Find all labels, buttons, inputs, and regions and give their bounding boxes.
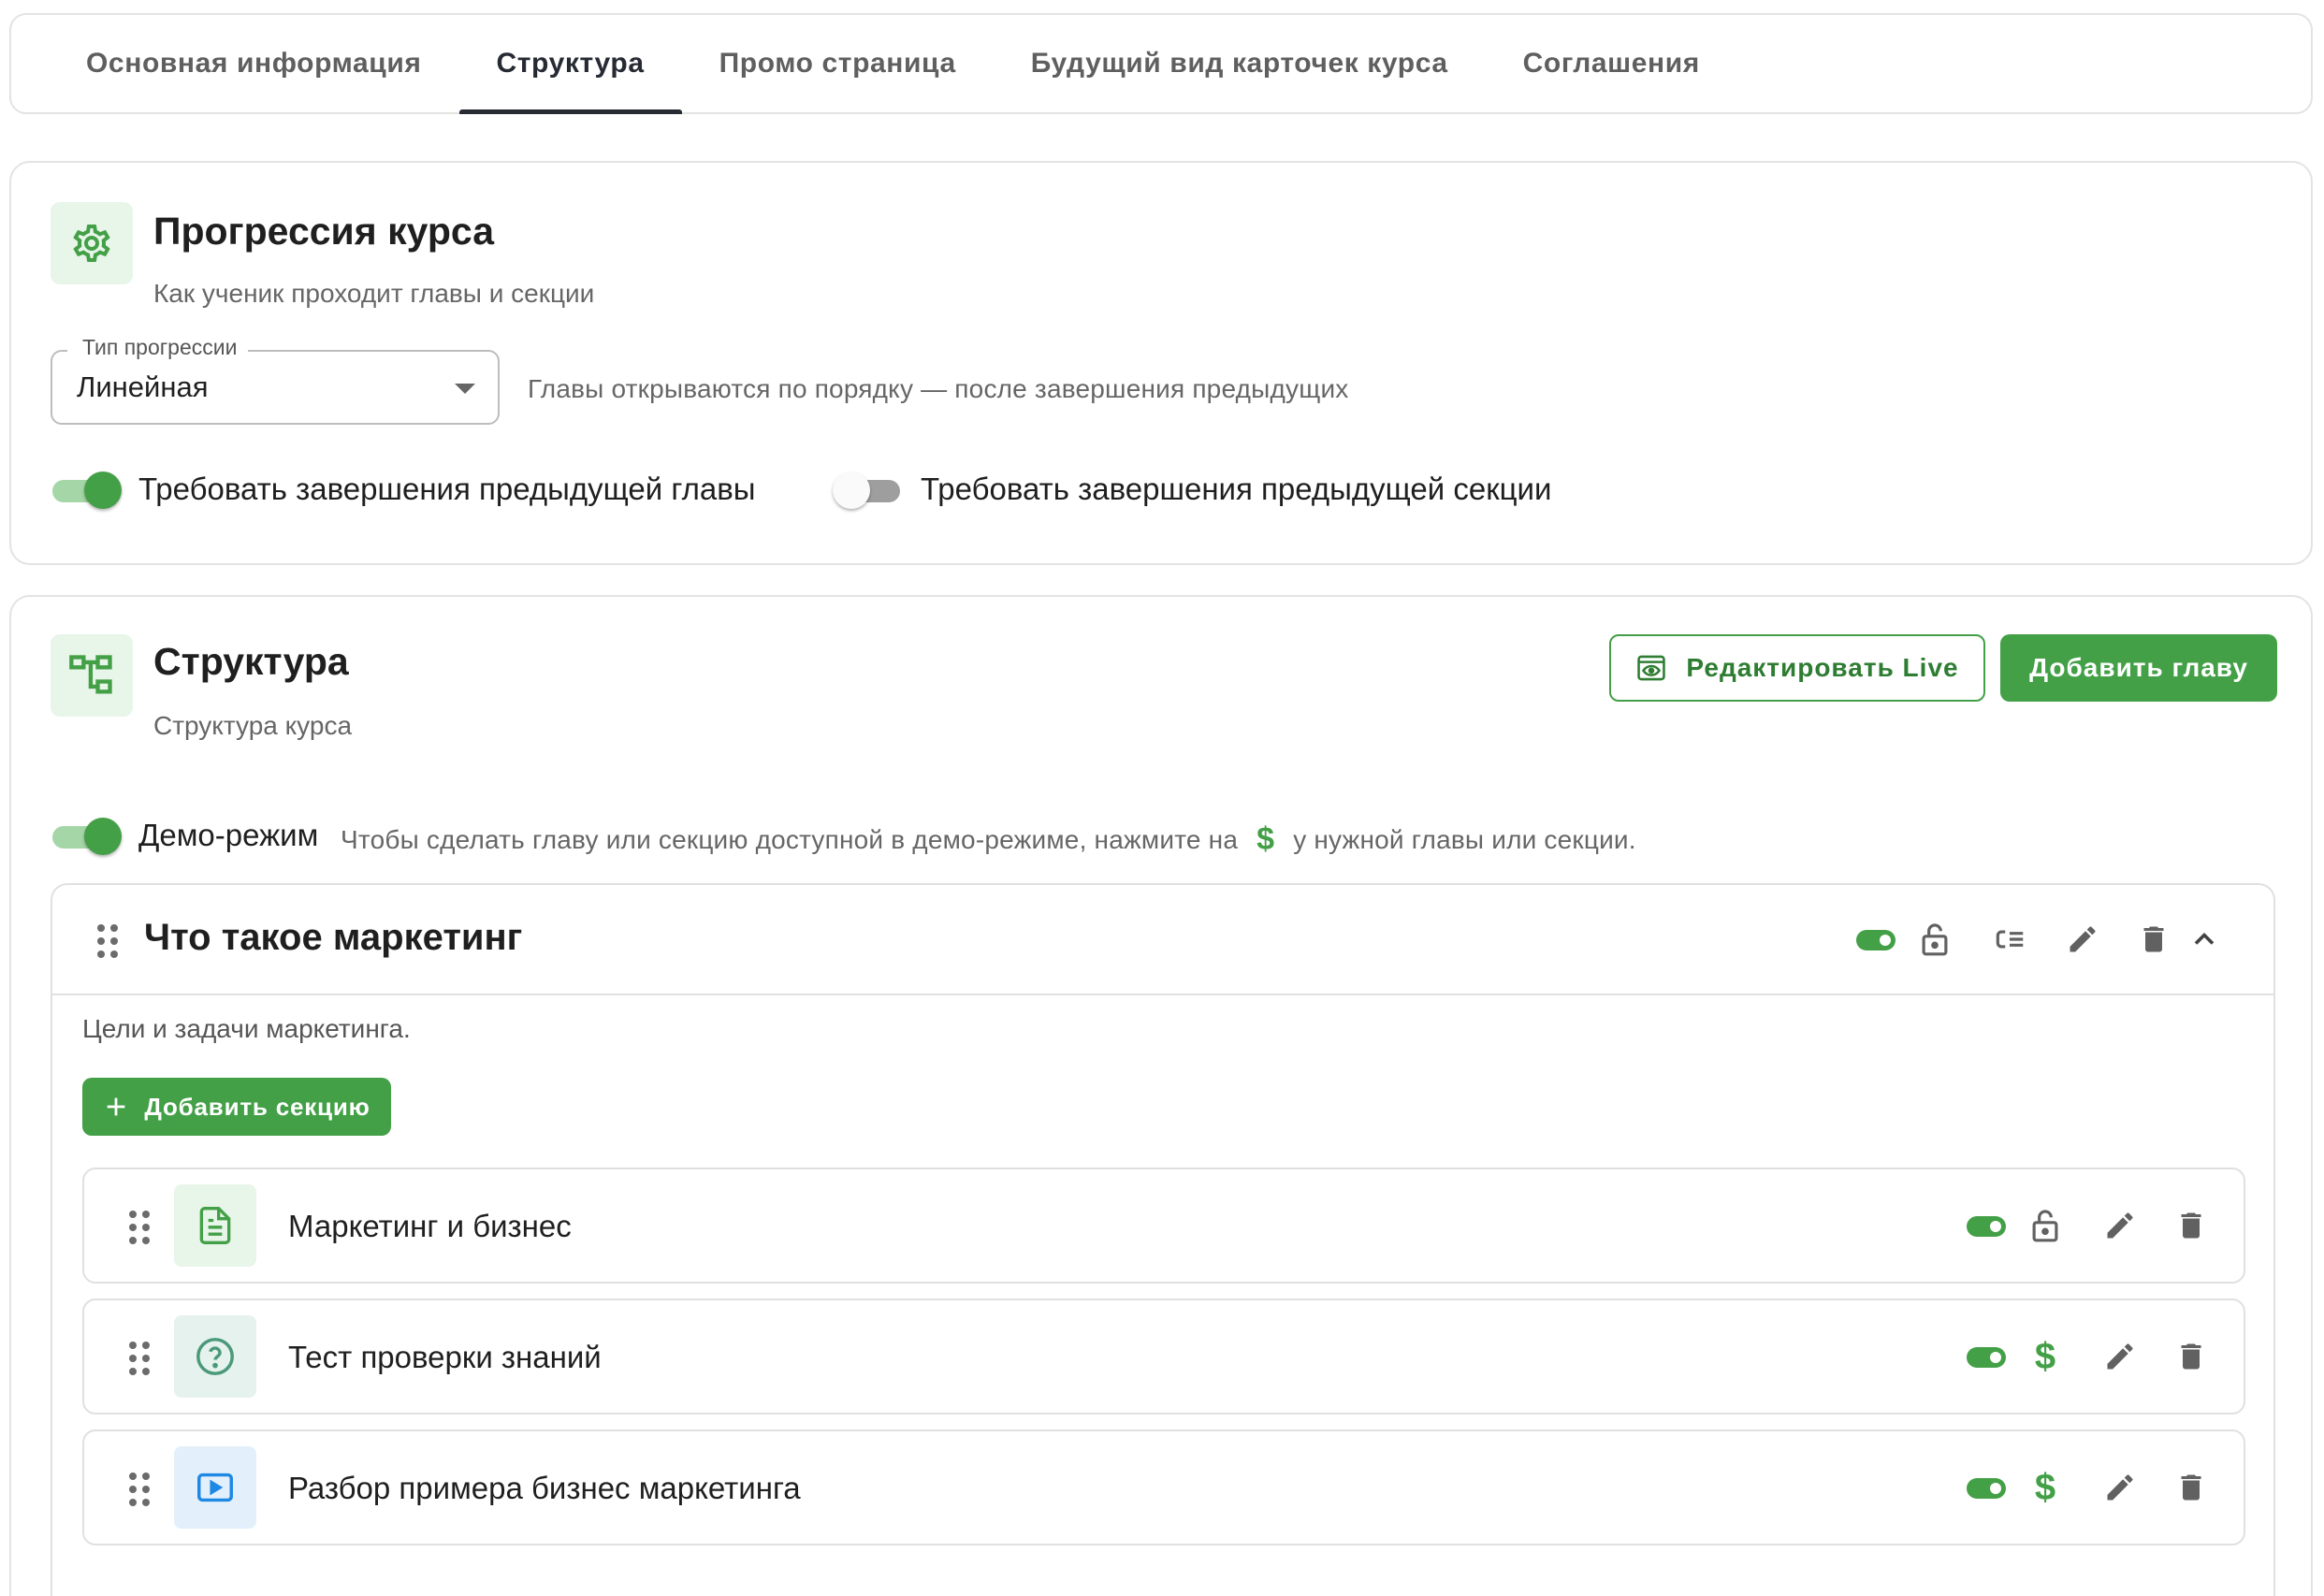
chapter-settings-icon[interactable] — [1989, 919, 2030, 960]
section-visibility-toggle[interactable] — [1967, 1216, 2006, 1237]
add-section-button[interactable]: Добавить секцию — [82, 1078, 391, 1136]
section-title: Маркетинг и бизнес — [288, 1209, 572, 1243]
add-section-label: Добавить секцию — [144, 1092, 370, 1121]
structure-subtitle: Структура курса — [153, 711, 353, 740]
delete-trash-icon[interactable] — [2171, 1467, 2212, 1508]
video-icon — [174, 1446, 256, 1529]
document-icon — [174, 1184, 256, 1267]
progression-type-hint: Главы открываются по порядку — после зав… — [528, 374, 1349, 403]
delete-trash-icon[interactable] — [2171, 1205, 2212, 1246]
tab-bar: Основная информация Структура Промо стра… — [9, 13, 2313, 114]
structure-tree-icon — [51, 634, 133, 717]
drag-handle-icon[interactable] — [129, 1473, 150, 1506]
collapse-chevron-up-icon[interactable] — [2184, 919, 2225, 960]
structure-title: Структура — [153, 640, 349, 683]
edit-pencil-icon[interactable] — [2099, 1336, 2141, 1377]
edit-live-button[interactable]: Редактировать Live — [1609, 634, 1985, 702]
caret-down-icon — [455, 384, 475, 394]
preview-eye-icon — [1637, 655, 1666, 681]
section-visibility-toggle[interactable] — [1967, 1347, 2006, 1368]
gear-icon — [51, 202, 133, 284]
demo-hint-text-after: у нужной главы или секции. — [1293, 824, 1636, 854]
require-chapter-label: Требовать завершения предыдущей главы — [138, 472, 756, 506]
progression-card: Прогрессия курса Как ученик проходит гла… — [9, 161, 2313, 565]
chapter-visibility-toggle[interactable] — [1856, 930, 1896, 950]
dollar-icon: $ — [1256, 821, 1275, 857]
tab-card-preview[interactable]: Будущий вид карточек курса — [994, 15, 1486, 112]
demo-mode-label: Демо-режим — [138, 818, 319, 852]
section-title: Тест проверки знаний — [288, 1340, 602, 1374]
progression-type-select[interactable]: Линейная — [51, 350, 500, 425]
require-section-label: Требовать завершения предыдущей секции — [921, 472, 1552, 506]
section-visibility-toggle[interactable] — [1967, 1478, 2006, 1499]
add-chapter-button[interactable]: Добавить главу — [2000, 634, 2277, 702]
section-row[interactable]: Маркетинг и бизнес — [82, 1168, 2245, 1284]
drag-handle-icon[interactable] — [97, 924, 118, 958]
progression-type-value: Линейная — [77, 370, 209, 403]
quiz-icon — [174, 1315, 256, 1398]
chapter-card: Что такое маркетинг Цели и задачи маркет… — [51, 883, 2275, 1596]
structure-card: Структура Структура курса Редактировать … — [9, 595, 2313, 1596]
edit-pencil-icon[interactable] — [2062, 919, 2103, 960]
plus-icon — [108, 1097, 125, 1116]
unlock-icon[interactable] — [2025, 1205, 2066, 1246]
require-chapter-switch[interactable] — [51, 472, 122, 509]
chapter-description: Цели и задачи маркетинга. — [82, 1014, 411, 1043]
edit-pencil-icon[interactable] — [2099, 1467, 2141, 1508]
tab-structure[interactable]: Структура — [458, 15, 682, 114]
edit-live-label: Редактировать Live — [1686, 653, 1959, 682]
dollar-icon[interactable]: $ — [2025, 1467, 2066, 1508]
section-row[interactable]: Разбор примера бизнес маркетинга $ — [82, 1429, 2245, 1545]
demo-mode-switch[interactable] — [51, 818, 122, 855]
drag-handle-icon[interactable] — [129, 1211, 150, 1244]
tab-promo-page[interactable]: Промо страница — [682, 15, 994, 112]
delete-trash-icon[interactable] — [2171, 1336, 2212, 1377]
drag-handle-icon[interactable] — [129, 1342, 150, 1375]
edit-pencil-icon[interactable] — [2099, 1205, 2141, 1246]
tab-main-info[interactable]: Основная информация — [49, 15, 459, 112]
progression-title: Прогрессия курса — [153, 210, 494, 253]
section-title: Разбор примера бизнес маркетинга — [288, 1471, 801, 1505]
progression-subtitle: Как ученик проходит главы и секции — [153, 279, 595, 308]
require-section-switch[interactable] — [833, 472, 904, 509]
demo-mode-hint: Чтобы сделать главу или секцию доступной… — [341, 821, 1636, 858]
chapter-title: Что такое маркетинг — [144, 917, 523, 958]
delete-trash-icon[interactable] — [2133, 919, 2174, 960]
dollar-icon[interactable]: $ — [2025, 1336, 2066, 1377]
demo-hint-text-before: Чтобы сделать главу или секцию доступной… — [341, 824, 1239, 854]
progression-type-label: Тип прогрессии — [67, 335, 249, 360]
tab-agreements[interactable]: Соглашения — [1486, 15, 1737, 112]
unlock-icon[interactable] — [1914, 919, 1955, 960]
section-row[interactable]: Тест проверки знаний $ — [82, 1299, 2245, 1415]
chapter-header: Что такое маркетинг — [52, 885, 2273, 995]
